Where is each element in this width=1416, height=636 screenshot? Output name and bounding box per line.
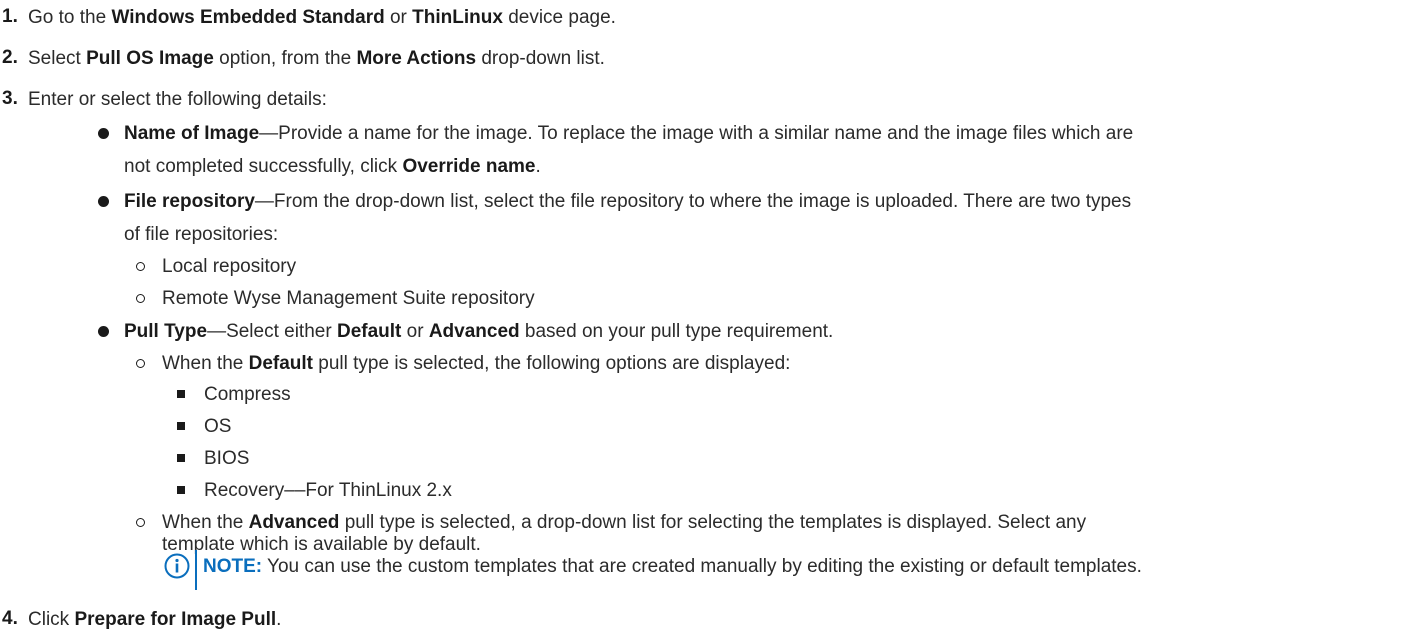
step-number: 4. [2,608,18,629]
step-number: 2. [2,47,18,68]
detail-name-of-image: Name of Image—Provide a name for the ima… [124,123,1134,144]
bullet-icon [98,196,109,207]
pull-type-default: When the Default pull type is selected, … [162,353,791,374]
step-text: Enter or select the following details: [28,89,327,110]
step-number: 3. [2,88,18,109]
list-item: Local repository [162,256,297,277]
detail-file-repository-cont: of file repositories: [124,224,279,245]
circle-bullet-icon [136,518,145,527]
circle-bullet-icon [136,262,145,271]
square-bullet-icon [177,486,185,494]
step-number: 1. [2,6,18,27]
circle-bullet-icon [136,294,145,303]
detail-name-of-image-cont: not completed successfully, click Overri… [124,156,541,177]
square-bullet-icon [177,390,185,398]
pull-type-advanced-cont: template which is available by default. [162,534,481,555]
list-item: Recovery––For ThinLinux 2.x [204,480,452,501]
detail-file-repository: File repository—From the drop-down list,… [124,191,1132,212]
note-divider [195,550,197,590]
step-text: Select Pull OS Image option, from the Mo… [28,48,605,69]
list-item: OS [204,416,232,437]
pull-type-advanced: When the Advanced pull type is selected,… [162,512,1087,533]
detail-pull-type: Pull Type—Select either Default or Advan… [124,321,834,342]
list-item: BIOS [204,448,250,469]
bullet-icon [98,128,109,139]
list-item: Remote Wyse Management Suite repository [162,288,535,309]
step-text: Go to the Windows Embedded Standard or T… [28,7,616,28]
square-bullet-icon [177,422,185,430]
bullet-icon [98,326,109,337]
square-bullet-icon [177,454,185,462]
note-text: NOTE: You can use the custom templates t… [203,556,1142,577]
list-item: Compress [204,384,291,405]
step-text: Click Prepare for Image Pull. [28,609,282,630]
circle-bullet-icon [136,359,145,368]
info-circle-icon [164,553,190,579]
